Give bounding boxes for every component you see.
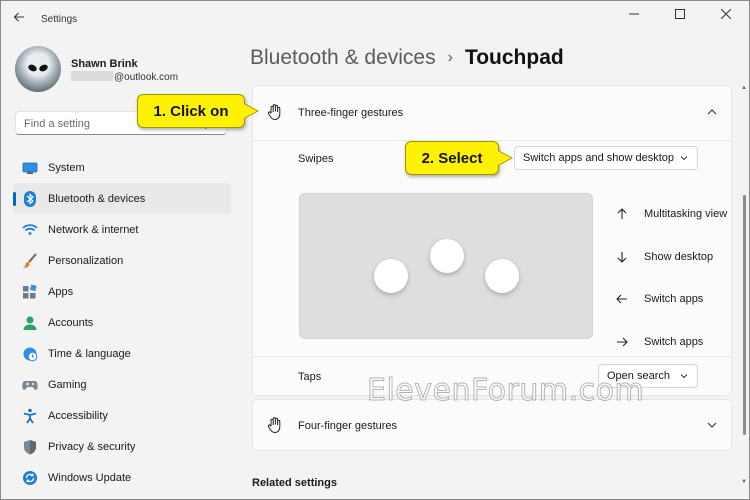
gesture-up: Multitasking view bbox=[615, 193, 733, 236]
arrow-left-icon bbox=[615, 292, 629, 306]
chevron-down-icon bbox=[680, 156, 688, 161]
chevron-up-icon[interactable] bbox=[705, 105, 719, 119]
sidebar-item-label: Personalization bbox=[48, 254, 124, 267]
breadcrumb-parent[interactable]: Bluetooth & devices bbox=[250, 46, 436, 70]
breadcrumb-separator: › bbox=[447, 49, 453, 66]
four-finger-gestures-title: Four-finger gestures bbox=[298, 420, 398, 432]
finger-dot bbox=[430, 239, 464, 273]
back-arrow-icon bbox=[13, 12, 24, 22]
settings-window: Settings Shawn Brink @outlook.com System… bbox=[0, 0, 750, 500]
sidebar-item-label: Bluetooth & devices bbox=[48, 192, 146, 205]
watermark: ElevenForum.com bbox=[366, 373, 645, 409]
breadcrumb: Bluetooth & devices › Touchpad bbox=[250, 46, 564, 70]
apps-icon bbox=[22, 283, 38, 300]
sidebar-item-label: Gaming bbox=[48, 378, 87, 391]
hand-icon bbox=[267, 104, 281, 121]
accessibility-icon bbox=[22, 408, 38, 424]
chevron-down-icon bbox=[680, 374, 688, 379]
sidebar-item-personalization[interactable]: Personalization bbox=[13, 245, 231, 276]
swipes-dropdown-value: Switch apps and show desktop bbox=[523, 152, 675, 164]
user-name: Shawn Brink bbox=[71, 58, 138, 70]
sidebar-item-privacy-security[interactable]: Privacy & security bbox=[13, 431, 231, 462]
callout-step-2-text: 2. Select bbox=[421, 149, 483, 167]
sidebar-item-gaming[interactable]: Gaming bbox=[13, 369, 231, 400]
user-email: @outlook.com bbox=[71, 71, 178, 83]
sidebar-item-network[interactable]: Network & internet bbox=[13, 214, 231, 245]
window-controls bbox=[611, 1, 749, 27]
back-button[interactable] bbox=[9, 9, 29, 25]
minimize-icon bbox=[629, 13, 639, 15]
related-settings-heading: Related settings bbox=[252, 477, 337, 489]
sidebar-item-label: Accounts bbox=[48, 316, 94, 329]
gesture-down: Show desktop bbox=[615, 236, 733, 279]
close-icon bbox=[721, 9, 731, 19]
minimize-button[interactable] bbox=[611, 1, 657, 27]
gesture-label: Switch apps bbox=[644, 335, 704, 348]
three-finger-gestures-header[interactable]: Three-finger gestures bbox=[253, 86, 731, 141]
sidebar-item-accounts[interactable]: Accounts bbox=[13, 307, 231, 338]
gesture-list: Multitasking view Show desktop Switch ap… bbox=[615, 193, 733, 363]
touchpad-illustration bbox=[299, 193, 593, 339]
scroll-up-icon[interactable]: ▲ bbox=[741, 85, 747, 91]
chevron-down-icon[interactable] bbox=[705, 418, 719, 432]
email-suffix: @outlook.com bbox=[114, 72, 179, 83]
maximize-button[interactable] bbox=[657, 1, 703, 27]
hand-icon bbox=[267, 417, 281, 434]
clock-globe-icon bbox=[22, 346, 38, 362]
gamepad-icon bbox=[22, 377, 38, 393]
person-icon bbox=[22, 315, 38, 331]
arrow-right-icon bbox=[615, 335, 629, 349]
arrow-down-icon bbox=[615, 250, 629, 264]
sidebar-item-label: Privacy & security bbox=[48, 440, 136, 453]
avatar[interactable] bbox=[15, 46, 61, 92]
sidebar-item-windows-update[interactable]: Windows Update bbox=[13, 462, 231, 493]
swipes-label: Swipes bbox=[298, 153, 334, 165]
three-finger-gestures-title: Three-finger gestures bbox=[298, 107, 404, 119]
arrow-up-icon bbox=[615, 207, 629, 221]
callout-step-2: 2. Select bbox=[405, 141, 513, 175]
sidebar-item-label: Windows Update bbox=[48, 471, 132, 484]
sidebar-item-bluetooth-devices[interactable]: Bluetooth & devices bbox=[13, 183, 231, 214]
sidebar-item-apps[interactable]: Apps bbox=[13, 276, 231, 307]
three-finger-gestures-card: Three-finger gestures Swipes Switch apps… bbox=[252, 85, 732, 396]
sidebar-item-label: Time & language bbox=[48, 347, 131, 360]
scroll-down-icon[interactable]: ▼ bbox=[741, 479, 747, 485]
scrollbar[interactable]: ▲ ▼ bbox=[741, 85, 747, 485]
app-title: Settings bbox=[41, 14, 78, 25]
title-bar: Settings bbox=[1, 1, 749, 33]
callout-step-1-text: 1. Click on bbox=[153, 102, 229, 120]
gesture-label: Show desktop bbox=[644, 250, 714, 263]
monitor-icon bbox=[22, 160, 38, 176]
close-button[interactable] bbox=[703, 1, 749, 27]
gesture-label: Multitasking view bbox=[644, 208, 728, 221]
sync-icon bbox=[22, 470, 38, 486]
sidebar-item-label: Accessibility bbox=[48, 409, 108, 422]
taps-label: Taps bbox=[298, 371, 322, 383]
finger-dot bbox=[374, 259, 408, 293]
sidebar-item-label: Network & internet bbox=[48, 223, 139, 236]
shield-icon bbox=[22, 439, 38, 455]
gesture-label: Switch apps bbox=[644, 293, 704, 306]
scrollbar-thumb[interactable] bbox=[743, 195, 746, 435]
sidebar-item-label: Apps bbox=[48, 285, 74, 298]
bluetooth-icon bbox=[22, 190, 38, 207]
wifi-icon bbox=[22, 222, 38, 238]
swipes-dropdown[interactable]: Switch apps and show desktop bbox=[514, 146, 698, 170]
sidebar-item-system[interactable]: System bbox=[13, 152, 231, 183]
sidebar-item-time-language[interactable]: Time & language bbox=[13, 338, 231, 369]
sidebar-item-accessibility[interactable]: Accessibility bbox=[13, 400, 231, 431]
sidebar-nav: System Bluetooth & devices Network & int… bbox=[13, 152, 231, 493]
gesture-left: Switch apps bbox=[615, 278, 733, 321]
maximize-icon bbox=[675, 9, 685, 19]
sidebar-item-label: System bbox=[48, 161, 85, 174]
paintbrush-icon bbox=[22, 252, 38, 269]
callout-step-1: 1. Click on bbox=[137, 94, 259, 128]
finger-dot bbox=[485, 259, 519, 293]
email-redaction bbox=[71, 71, 113, 81]
page-title: Touchpad bbox=[464, 46, 564, 69]
